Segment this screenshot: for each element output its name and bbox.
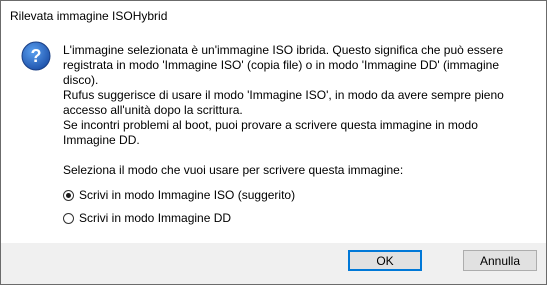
isohybrid-dialog: Rilevata immagine ISOHybrid ? L'immagine…: [0, 0, 547, 285]
ok-button[interactable]: OK: [348, 250, 422, 271]
title-bar[interactable]: Rilevata immagine ISOHybrid: [1, 1, 546, 32]
radio-iso-label: Scrivi in modo Immagine ISO (suggerito): [79, 188, 296, 202]
message-body: L'immagine selezionata è un'immagine ISO…: [63, 43, 504, 147]
radio-button-selected[interactable]: [63, 189, 74, 201]
radio-button-unselected[interactable]: [63, 212, 74, 224]
question-icon: ?: [21, 41, 51, 71]
svg-text:?: ?: [31, 46, 42, 66]
radio-dd-label: Scrivi in modo Immagine DD: [79, 211, 232, 225]
mode-prompt: Seleziona il modo che vuoi usare per scr…: [63, 163, 404, 177]
radio-dd-mode[interactable]: Scrivi in modo Immagine DD: [63, 210, 231, 226]
cancel-button[interactable]: Annulla: [463, 250, 537, 271]
radio-iso-mode[interactable]: Scrivi in modo Immagine ISO (suggerito): [63, 187, 295, 203]
window-title: Rilevata immagine ISOHybrid: [10, 9, 168, 23]
message-text: L'immagine selezionata è un'immagine ISO…: [63, 43, 533, 148]
